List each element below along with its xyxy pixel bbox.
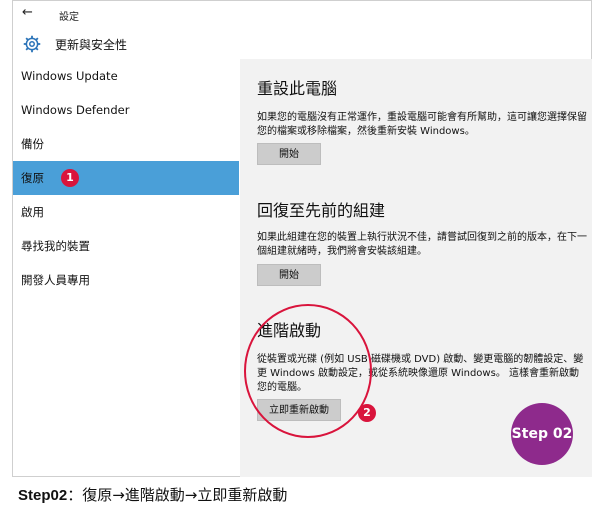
caption: Step02：復原→進階啟動→立即重新啟動 — [18, 484, 287, 505]
section-title-go-back: 回復至先前的組建 — [257, 201, 386, 220]
gear-icon — [23, 35, 41, 53]
highlight-ellipse — [244, 304, 372, 438]
reset-start-button[interactable]: 開始 — [257, 143, 321, 165]
sidebar-item-recovery[interactable]: 復原 — [13, 161, 239, 195]
caption-text: ：復原→進階啟動→立即重新啟動 — [67, 486, 288, 504]
section-desc-reset: 如果您的電腦沒有正常運作，重設電腦可能會有所幫助，這可讓您選擇保留您的檔案或移除… — [257, 112, 587, 137]
step-number-badge-2: 2 — [358, 404, 376, 422]
section-desc-go-back: 如果此組建在您的裝置上執行狀況不佳，請嘗試回復到之前的版本，在下一個組建就緒時，… — [257, 232, 587, 257]
titlebar: ← 設定 — [13, 1, 591, 29]
sidebar-item-windows-update[interactable]: Windows Update — [13, 59, 239, 93]
sidebar-item-backup[interactable]: 備份 — [13, 127, 239, 161]
sidebar-item-activation[interactable]: 啟用 — [13, 195, 239, 229]
step-02-badge: Step 02 — [511, 403, 573, 465]
back-arrow-icon[interactable]: ← — [22, 5, 33, 20]
sidebar-item-find-my-device[interactable]: 尋找我的裝置 — [13, 229, 239, 263]
sidebar-item-windows-defender[interactable]: Windows Defender — [13, 93, 239, 127]
window-title: 設定 — [59, 12, 79, 23]
page-title: 更新與安全性 — [55, 38, 128, 52]
section-title-reset: 重設此電腦 — [257, 79, 338, 98]
caption-step: Step02 — [18, 487, 68, 504]
sidebar-item-for-developers[interactable]: 開發人員專用 — [13, 263, 239, 297]
sidebar: Windows Update Windows Defender 備份 復原 啟用… — [13, 59, 239, 477]
go-back-start-button[interactable]: 開始 — [257, 264, 321, 286]
settings-window: ← 設定 更新與安全性 Windows Update Windows Defen… — [12, 0, 592, 477]
content-panel: 重設此電腦 如果您的電腦沒有正常運作，重設電腦可能會有所幫助，這可讓您選擇保留您… — [240, 59, 592, 477]
step-number-badge-1: 1 — [61, 169, 79, 187]
page-header: 更新與安全性 — [13, 29, 591, 59]
